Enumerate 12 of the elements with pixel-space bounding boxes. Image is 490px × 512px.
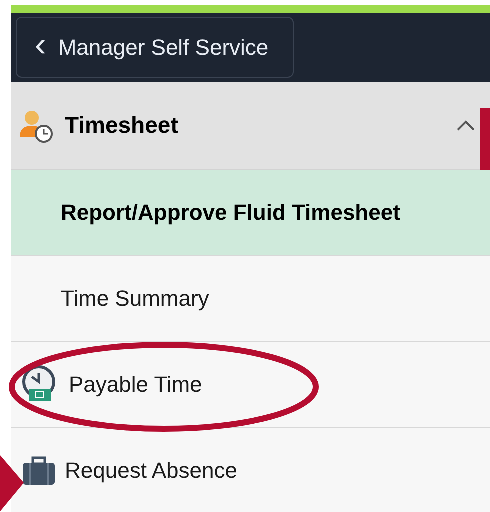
menu-item[interactable]: Payable Time (11, 342, 490, 428)
group-header[interactable]: Timesheet (11, 82, 490, 170)
menu-item[interactable]: Request Absence (11, 428, 490, 512)
briefcase-icon (21, 456, 57, 486)
menu-item[interactable]: Time Summary (11, 256, 490, 342)
group-title: Timesheet (65, 112, 180, 139)
pointer-arrow (0, 455, 25, 512)
person-clock-icon (19, 108, 53, 142)
menu-item[interactable]: Report/Approve Fluid Timesheet (11, 170, 490, 256)
back-button[interactable]: ‹ Manager Self Service (16, 17, 294, 78)
marker-bar (480, 108, 490, 170)
caret-icon[interactable] (456, 120, 476, 132)
